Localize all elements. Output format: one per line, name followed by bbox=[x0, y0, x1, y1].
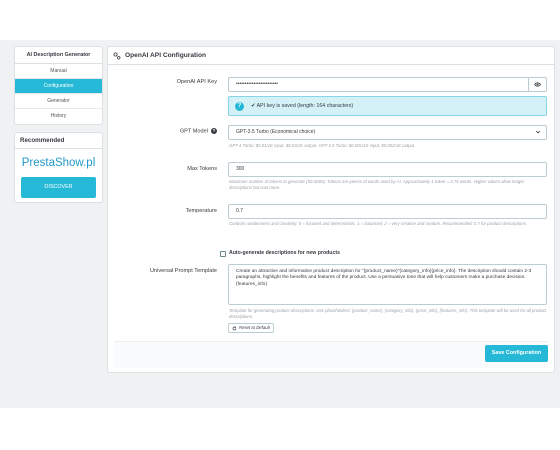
temperature-help: Controls randomness and creativity: 0 = … bbox=[229, 221, 527, 226]
temperature-input[interactable]: 0.7 bbox=[228, 204, 547, 219]
sidebar-item-history[interactable]: History bbox=[15, 109, 102, 124]
api-key-saved-alert: ? ✔ API key is saved (length: 164 charac… bbox=[228, 96, 547, 116]
recommended-title: Recommended bbox=[15, 133, 102, 149]
refresh-icon bbox=[232, 325, 237, 330]
sidebar-item-manual[interactable]: Manual bbox=[15, 64, 102, 79]
api-key-input[interactable]: •••••••••••••••••••••••• bbox=[228, 77, 547, 92]
api-key-value: •••••••••••••••••••••••• bbox=[236, 81, 279, 87]
alert-text: ✔ API key is saved (length: 164 characte… bbox=[251, 103, 354, 109]
panel-header: OpenAI API Configuration bbox=[108, 47, 554, 65]
eye-icon bbox=[534, 82, 541, 87]
api-key-label: OpenAI API Key bbox=[176, 79, 217, 85]
gpt-model-help: GPT-4 Turbo: $0.01/1K input, $0.03/1K ou… bbox=[229, 143, 416, 148]
sidebar-title: AI Description Generator bbox=[15, 47, 102, 64]
auto-generate-checkbox[interactable] bbox=[220, 251, 226, 257]
gpt-model-select[interactable]: GPT-3.5 Turbo (Economical choice) bbox=[228, 125, 547, 140]
sidebar: AI Description Generator Manual Configur… bbox=[14, 46, 103, 125]
panel-title: OpenAI API Configuration bbox=[125, 51, 207, 59]
max-tokens-input[interactable]: 300 bbox=[228, 162, 547, 177]
chevron-down-icon bbox=[535, 130, 541, 134]
gear-icon bbox=[113, 51, 121, 59]
reset-to-default-button[interactable]: Reset to Default bbox=[228, 323, 274, 333]
reset-label: Reset to Default bbox=[239, 325, 270, 330]
sidebar-item-configuration[interactable]: Configuration bbox=[15, 79, 102, 94]
prompt-template-label: Universal Prompt Template bbox=[149, 268, 217, 274]
gpt-model-label-text: GPT Model bbox=[179, 128, 208, 135]
show-key-button[interactable] bbox=[528, 78, 546, 91]
auto-generate-label[interactable]: Auto-generate descriptions for new produ… bbox=[229, 250, 340, 256]
help-icon[interactable]: ? bbox=[211, 128, 217, 134]
save-configuration-button[interactable]: Save Configuration bbox=[485, 345, 548, 362]
temperature-label: Temperature bbox=[185, 208, 217, 214]
sidebar-item-generator[interactable]: Generator bbox=[15, 94, 102, 109]
question-icon: ? bbox=[235, 102, 244, 111]
max-tokens-help: Maximum number of tokens to generate (50… bbox=[229, 179, 525, 190]
gpt-model-value: GPT-3.5 Turbo (Economical choice) bbox=[236, 129, 316, 135]
prestashow-logo[interactable]: PrestaShow.pl bbox=[15, 155, 102, 171]
max-tokens-label: Max Tokens bbox=[187, 166, 217, 172]
recommended-panel: Recommended PrestaShow.pl DISCOVER bbox=[14, 132, 103, 203]
prompt-template-textarea[interactable]: Create an attractive and informative pro… bbox=[228, 264, 547, 305]
prompt-template-help: Template for generating product descript… bbox=[229, 308, 547, 319]
discover-button[interactable]: DISCOVER bbox=[21, 177, 96, 198]
panel-footer: Save Configuration bbox=[114, 341, 548, 368]
gpt-model-label: GPT Model? bbox=[107, 128, 217, 134]
